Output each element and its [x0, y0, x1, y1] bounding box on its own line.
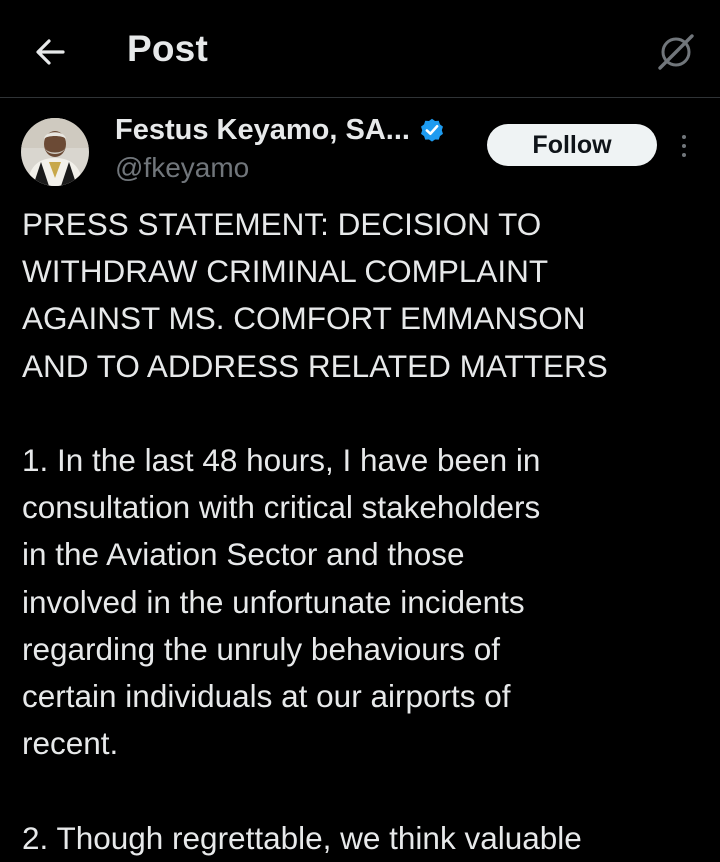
top-bar: Post: [0, 0, 720, 98]
post-line: 1. In the last 48 hours, I have been in: [22, 442, 541, 478]
grok-icon: [658, 34, 694, 70]
post-line: involved in the unfortunate incidents: [22, 583, 525, 620]
post-line: regarding the unruly behaviours of: [22, 630, 501, 667]
arrow-left-icon: [36, 39, 65, 65]
author-handle[interactable]: @fkeyamo: [115, 152, 249, 184]
post-line: AND TO ADDRESS RELATED MATTERS: [22, 347, 608, 384]
page-title: Post: [127, 28, 208, 69]
post-line: AGAINST MS. COMFORT EMMANSON: [22, 300, 586, 337]
post-line: recent.: [22, 725, 119, 762]
follow-button[interactable]: Follow: [487, 124, 657, 166]
more-vertical-icon: [682, 135, 686, 139]
post-line: in the Aviation Sector and those: [22, 536, 465, 573]
more-options-button[interactable]: [672, 128, 696, 164]
avatar[interactable]: [21, 118, 89, 186]
post-line: WITHDRAW CRIMINAL COMPLAINT: [22, 253, 549, 290]
profile-photo: [21, 118, 89, 186]
post-text: PRESS STATEMENT: DECISION TO WITHDRAW CR…: [22, 201, 712, 862]
verified-badge-icon: [418, 116, 446, 144]
post-line: 2. Though regrettable, we think valuable: [22, 819, 582, 856]
post-line: consultation with critical stakeholders: [22, 489, 541, 526]
grok-button[interactable]: [652, 30, 700, 74]
author-name-row[interactable]: Festus Keyamo, SA...: [115, 111, 446, 149]
back-button[interactable]: [28, 30, 72, 74]
author-display-name: Festus Keyamo, SA...: [115, 113, 410, 146]
post-line: certain individuals at our airports of: [22, 678, 511, 715]
post-line: PRESS STATEMENT: DECISION TO: [22, 206, 542, 242]
